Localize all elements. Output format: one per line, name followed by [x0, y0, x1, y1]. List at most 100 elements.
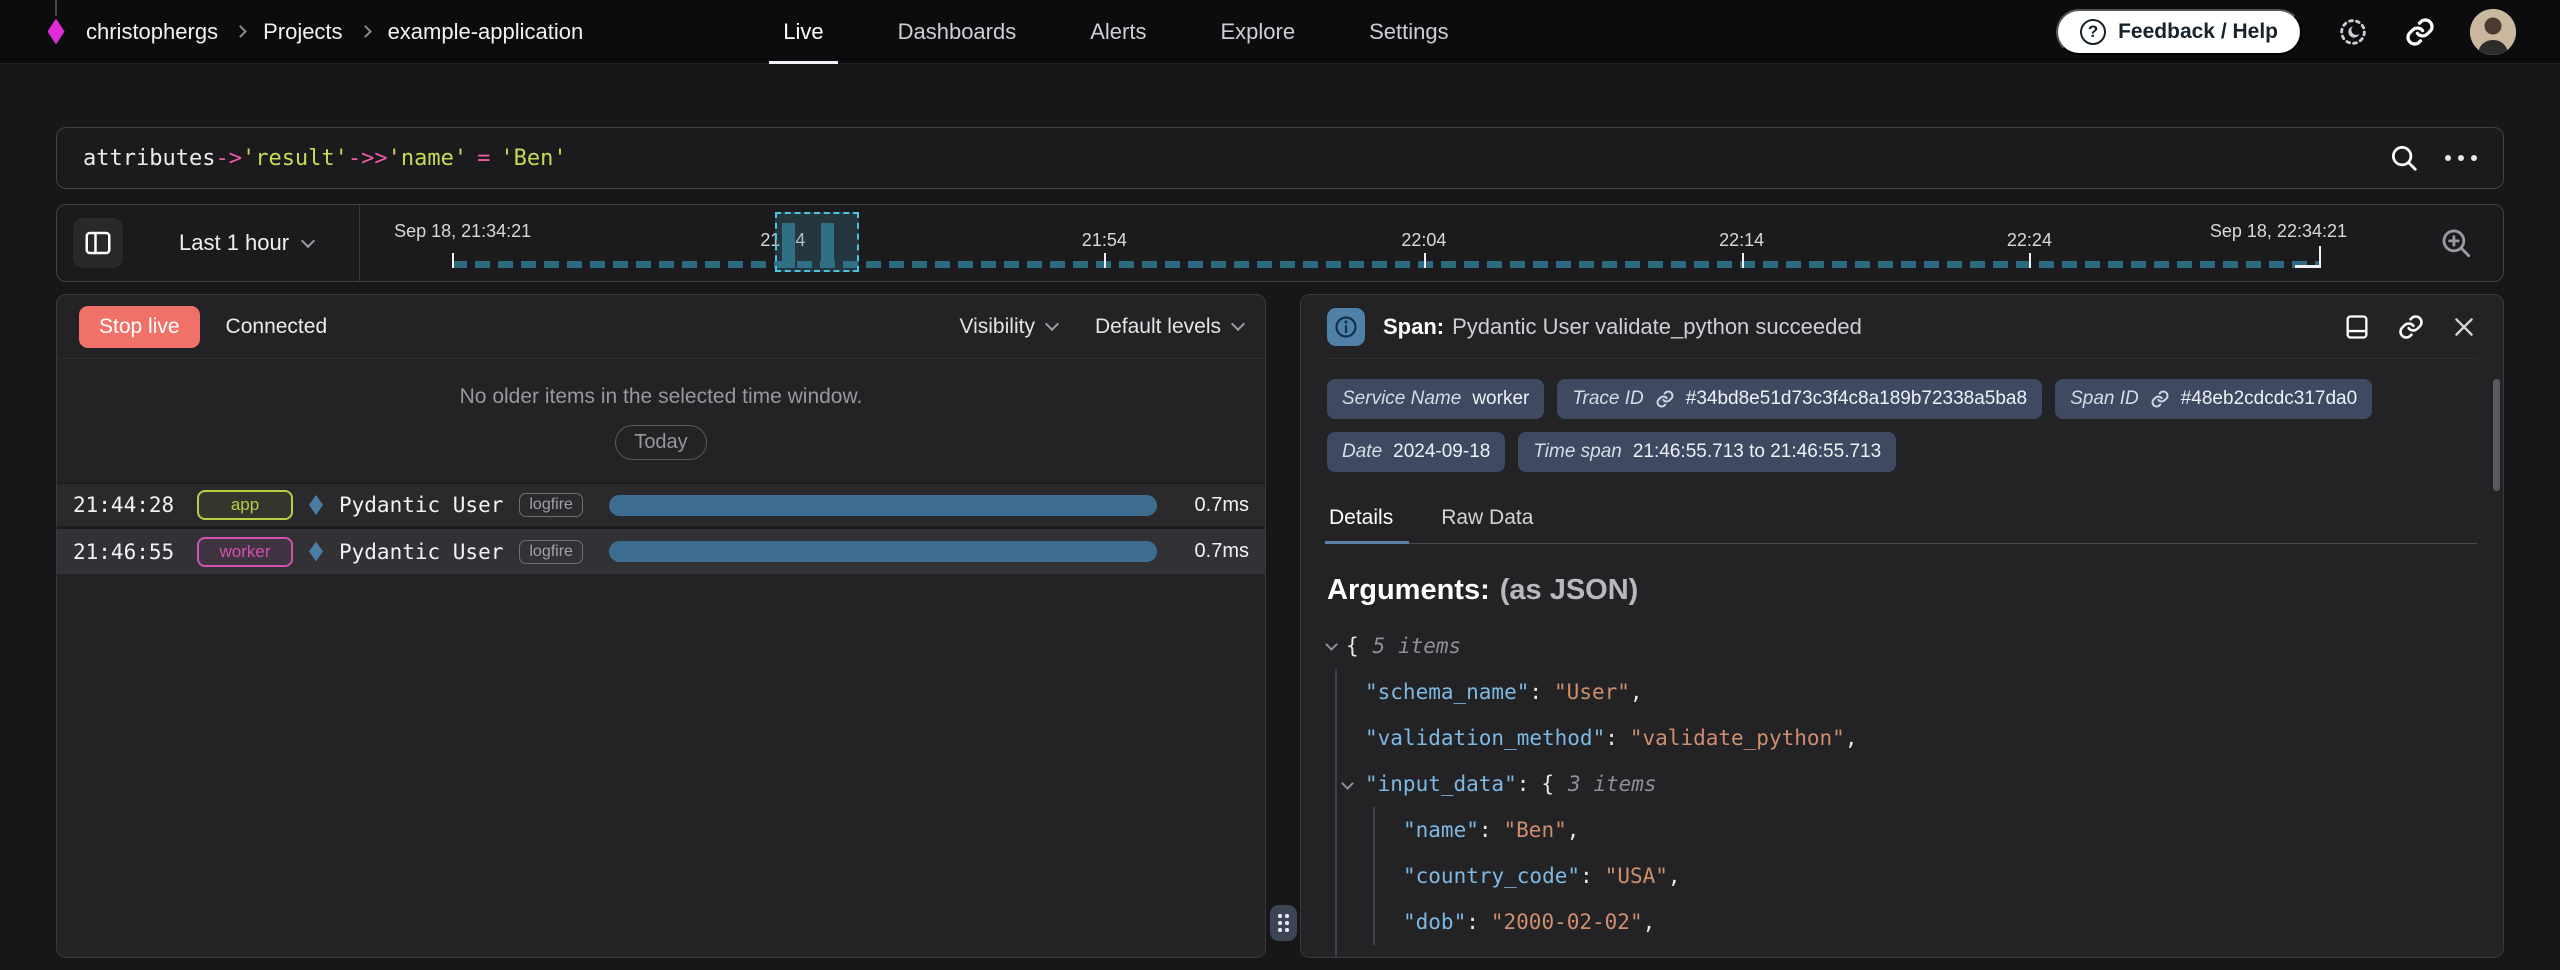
panel-layout-button[interactable]: [2343, 313, 2371, 341]
logfire-logo[interactable]: [44, 0, 68, 64]
query-input[interactable]: attributes->'result'->>'name'='Ben': [56, 127, 2504, 189]
feedback-help-label: Feedback / Help: [2118, 20, 2278, 44]
breadcrumb-org[interactable]: christophergs: [86, 19, 218, 45]
timeline-zoom-button[interactable]: [2439, 226, 2473, 260]
query-token: 'name': [388, 146, 467, 171]
json-line: "name":"Ben",: [1403, 807, 2477, 853]
tick-mark: [1742, 253, 1744, 268]
json-colon: :: [1580, 864, 1593, 888]
json-line: "schema_name":"User",: [1365, 669, 2477, 715]
span-metadata-badges: Service Name worker Trace ID #34bd8e51d7…: [1327, 379, 2377, 472]
sidebar-toggle-button[interactable]: [73, 218, 123, 268]
link-icon: [2404, 16, 2436, 48]
feedback-help-button[interactable]: ? Feedback / Help: [2056, 9, 2302, 55]
tab-settings[interactable]: Settings: [1339, 0, 1479, 64]
json-brace: }: [1365, 956, 1378, 958]
span-name: Pydantic User: [339, 493, 503, 517]
tab-live[interactable]: Live: [753, 0, 853, 64]
copy-link-button[interactable]: [2397, 313, 2425, 341]
duration-bar: [609, 541, 1157, 562]
timeline-selection-window[interactable]: [775, 212, 859, 272]
json-line: "validation_method":"validate_python",: [1365, 715, 2477, 761]
visibility-dropdown[interactable]: Visibility: [959, 315, 1056, 339]
link-icon[interactable]: [1655, 389, 1675, 409]
default-levels-dropdown[interactable]: Default levels: [1095, 315, 1243, 339]
arguments-label: Arguments:: [1327, 574, 1490, 606]
json-comma: ,: [1668, 864, 1681, 888]
tab-explore[interactable]: Explore: [1190, 0, 1325, 64]
json-colon: :: [1605, 726, 1618, 750]
json-value: "2000-02-02": [1491, 910, 1643, 934]
json-comma: ,: [1845, 726, 1858, 750]
duration-bar: [609, 495, 1157, 516]
chevron-down-icon: [1045, 317, 1059, 331]
top-navigation-bar: christophergs Projects example-applicati…: [0, 0, 2560, 64]
tab-raw-data[interactable]: Raw Data: [1439, 496, 1535, 543]
arguments-json-tree: {5 items "schema_name":"User", "validati…: [1327, 623, 2477, 958]
timeline-track[interactable]: Sep 18, 21:34:21 Sep 18, 22:34:21 21:44 …: [452, 205, 2321, 281]
breadcrumb-project-name[interactable]: example-application: [388, 19, 584, 45]
span-row[interactable]: 21:44:28 app Pydantic User logfire 0.7ms: [57, 484, 1265, 529]
span-duration: 0.7ms: [1179, 540, 1249, 563]
query-token: attributes: [83, 146, 215, 171]
span-title-label: Span:: [1383, 314, 1444, 339]
sun-moon-icon: [2336, 15, 2370, 49]
time-span-badge: Time span 21:46:55.713 to 21:46:55.713: [1518, 432, 1896, 472]
json-key: "country_code": [1403, 864, 1580, 888]
json-item-count: 3 items: [1568, 772, 1657, 796]
live-panel-dropdowns: Visibility Default levels: [959, 315, 1243, 339]
theme-toggle-button[interactable]: [2336, 15, 2370, 49]
logfire-diamond-icon: [48, 19, 65, 45]
badge-value: 21:46:55.713 to 21:46:55.713: [1633, 441, 1881, 463]
json-brace: {: [1541, 772, 1554, 796]
span-duration: 0.7ms: [1179, 494, 1249, 517]
service-badge-worker: worker: [197, 537, 293, 567]
scrollbar-thumb[interactable]: [2493, 379, 2500, 491]
collapse-icon[interactable]: [1341, 777, 1354, 790]
json-value: "USA": [1605, 864, 1668, 888]
json-key: "validation_method": [1365, 726, 1605, 750]
tick-label: 21:54: [1082, 230, 1127, 251]
stop-live-button[interactable]: Stop live: [79, 306, 200, 348]
span-title-text: Pydantic User validate_python succeeded: [1452, 314, 1862, 339]
json-key: "name": [1403, 818, 1479, 842]
json-comma: ,: [1567, 818, 1580, 842]
span-kind-diamond-icon: [309, 542, 323, 562]
topbar-actions: ? Feedback / Help: [2056, 9, 2516, 55]
breadcrumb-projects[interactable]: Projects: [263, 19, 342, 45]
tab-details[interactable]: Details: [1327, 496, 1395, 543]
scope-tag: logfire: [519, 493, 583, 517]
badge-value: 2024-09-18: [1393, 441, 1490, 463]
user-avatar[interactable]: [2470, 9, 2516, 55]
tab-alerts[interactable]: Alerts: [1060, 0, 1176, 64]
scope-tag: logfire: [519, 540, 583, 564]
span-title: Span: Pydantic User validate_python succe…: [1383, 314, 1862, 340]
help-icon: ?: [2080, 19, 2106, 45]
badge-label: Time span: [1533, 441, 1622, 463]
timeline-end-tick-bar: [2295, 265, 2321, 268]
close-button[interactable]: [2451, 314, 2477, 340]
live-feed-panel: Stop live Connected Visibility Default l…: [56, 294, 1266, 958]
json-key: "schema_name": [1365, 680, 1529, 704]
empty-state: No older items in the selected time wind…: [57, 359, 1265, 460]
search-icon[interactable]: [2389, 143, 2419, 173]
json-key: "input_data": [1365, 772, 1517, 796]
today-pill[interactable]: Today: [615, 425, 706, 460]
json-item-count: 5 items: [1373, 634, 1462, 658]
timeline-track-zone: Sep 18, 21:34:21 Sep 18, 22:34:21 21:44 …: [360, 205, 2487, 281]
panel-resize-handle[interactable]: [1270, 905, 1297, 941]
badge-label: Span ID: [2070, 388, 2139, 410]
share-link-button[interactable]: [2404, 16, 2436, 48]
json-comma: ,: [1630, 680, 1643, 704]
main-tabs: Live Dashboards Alerts Explore Settings: [753, 0, 1478, 64]
collapse-icon[interactable]: [1325, 638, 1338, 651]
query-more-menu-icon[interactable]: [2445, 155, 2477, 161]
timeline-start-tick: [452, 253, 454, 268]
info-icon: [1327, 308, 1365, 346]
json-colon: :: [1479, 818, 1492, 842]
avatar-photo: [2470, 9, 2516, 55]
link-icon[interactable]: [2150, 389, 2170, 409]
time-range-dropdown[interactable]: Last 1 hour: [179, 230, 313, 256]
span-row-selected[interactable]: 21:46:55 worker Pydantic User logfire 0.…: [57, 529, 1265, 574]
tab-dashboards[interactable]: Dashboards: [868, 0, 1047, 64]
